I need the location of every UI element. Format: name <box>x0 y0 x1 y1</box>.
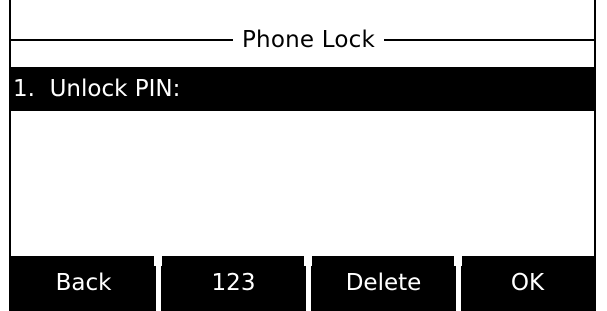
page-title: Phone Lock <box>241 27 375 53</box>
delete-softkey[interactable]: Delete <box>311 256 456 311</box>
softkey-separator <box>454 256 462 266</box>
softkey-bar: Back 123 Delete OK <box>11 256 594 311</box>
input-mode-softkey[interactable]: 123 <box>161 256 306 311</box>
title-divider-right <box>384 39 594 41</box>
list-item-unlock-pin[interactable]: 1. Unlock PIN: <box>11 67 594 111</box>
softkey-separator <box>154 256 162 266</box>
list-item-label: 1. Unlock PIN: <box>13 76 181 102</box>
ok-softkey[interactable]: OK <box>461 256 594 311</box>
title-divider-left <box>11 39 233 41</box>
back-softkey[interactable]: Back <box>11 256 156 311</box>
phone-lcd-screen: Phone Lock 1. Unlock PIN: Back 123 Delet… <box>0 0 607 311</box>
softkey-separator <box>304 256 312 266</box>
title-bar: Phone Lock <box>11 18 594 62</box>
